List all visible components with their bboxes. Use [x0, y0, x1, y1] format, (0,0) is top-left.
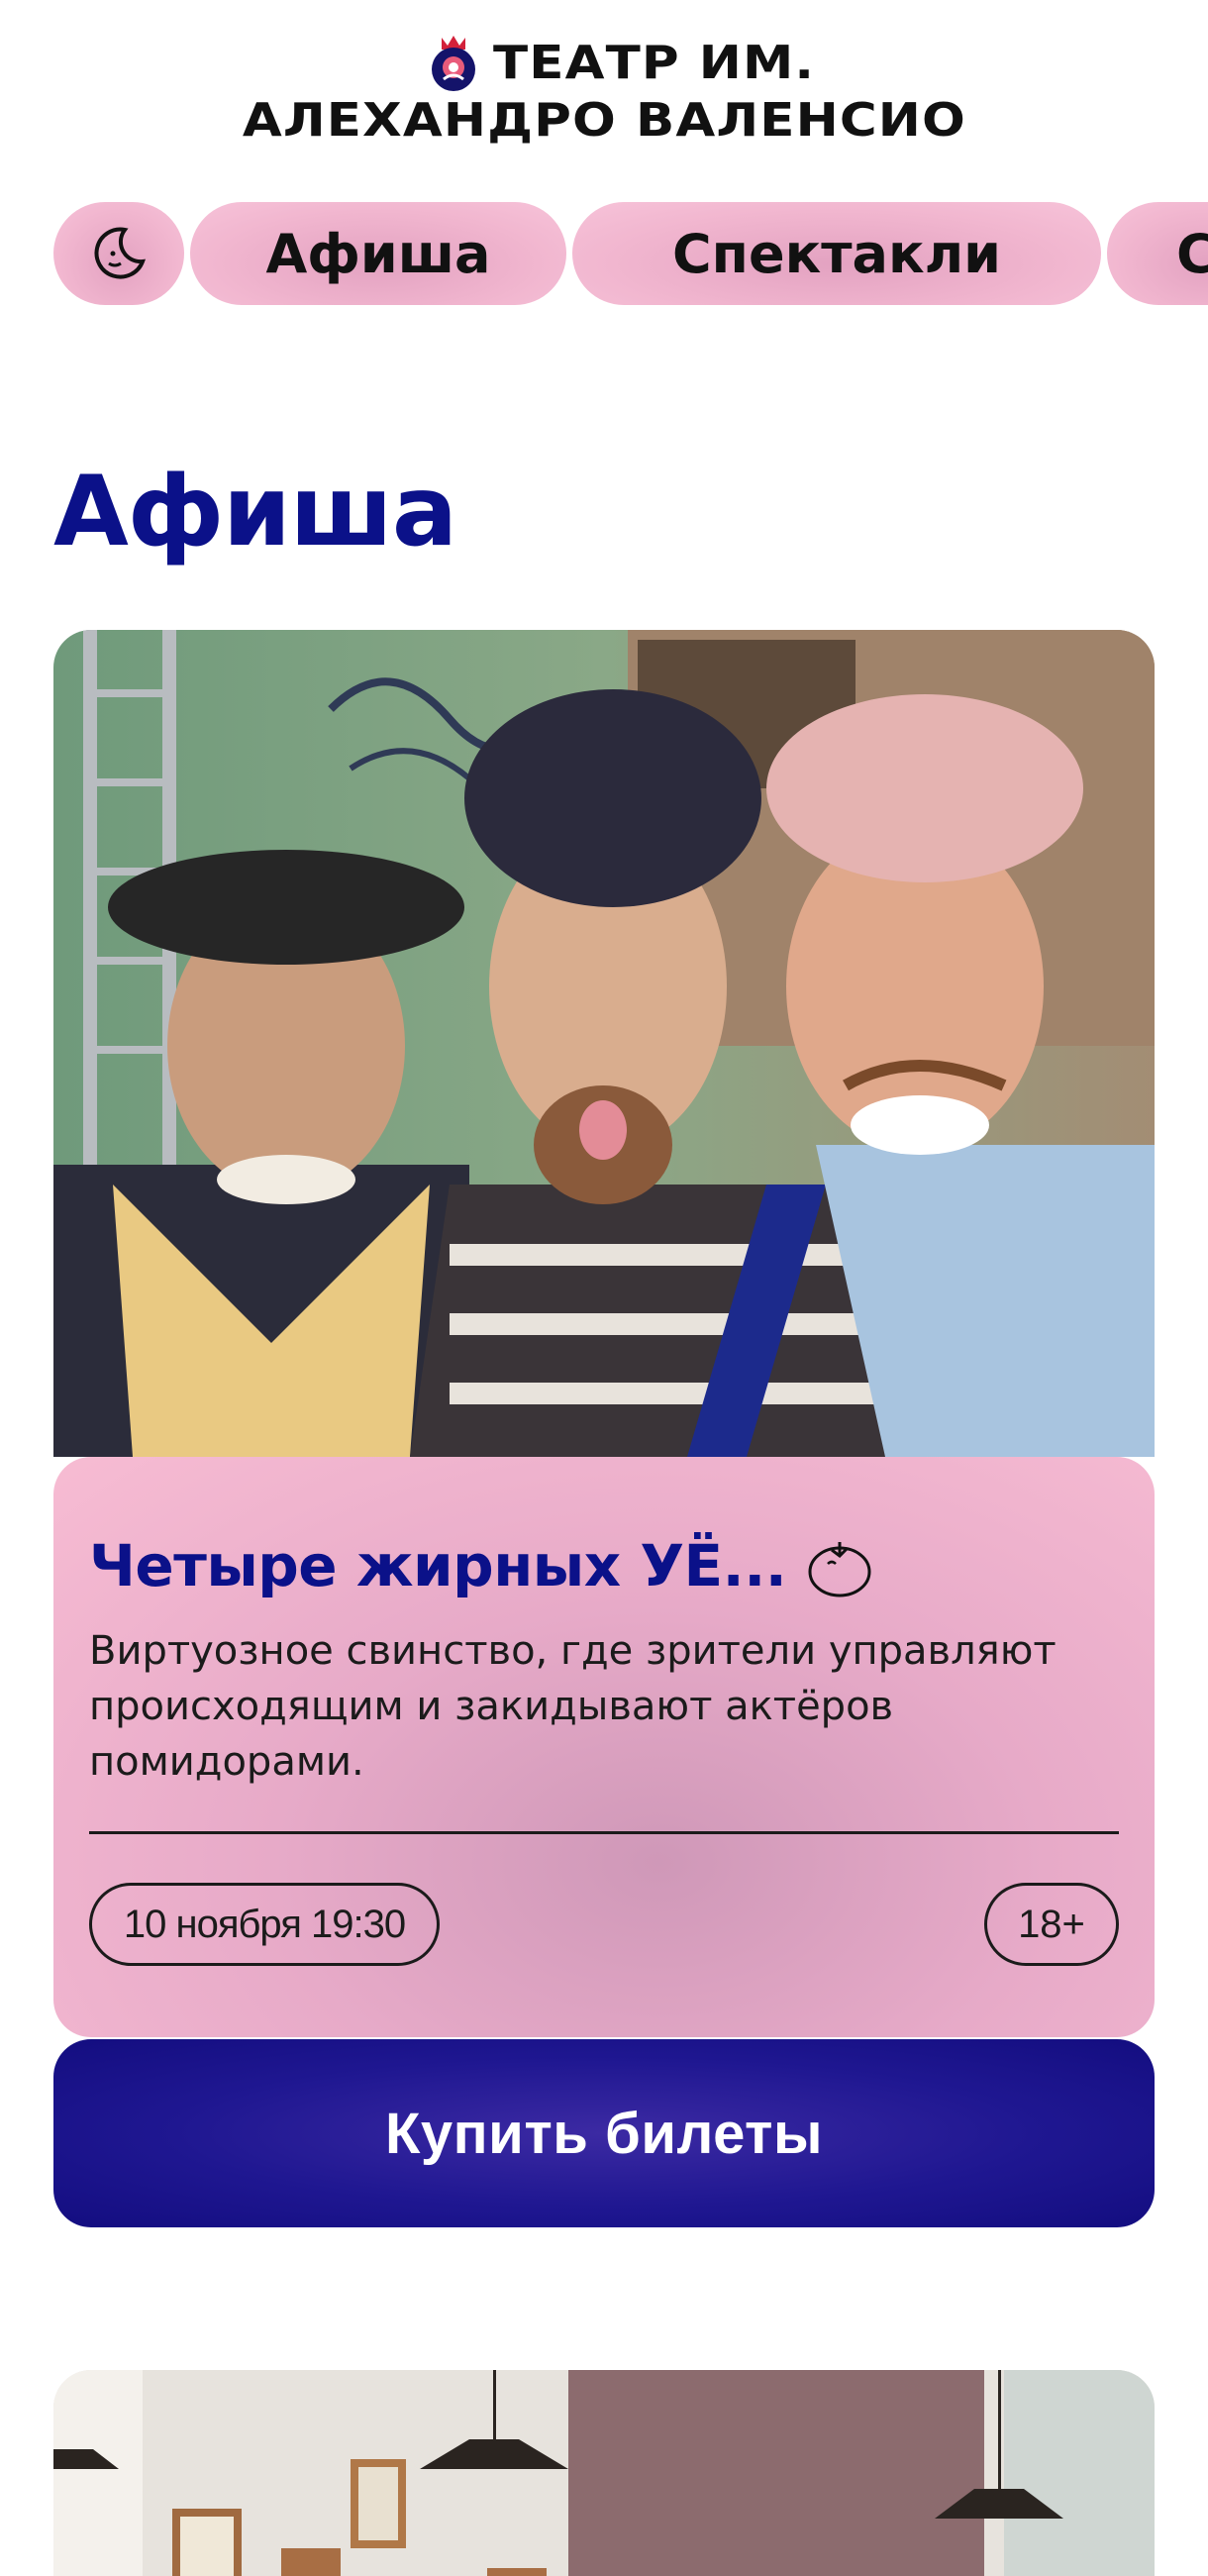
- event-description: Виртуозное свинство, где зрители управля…: [89, 1628, 1057, 1785]
- page: ТЕАТР ИМ. АЛЕХАНДРО ВАЛЕНСИО Афиша Спект…: [0, 0, 1208, 2576]
- nav-item-afisha[interactable]: Афиша: [190, 202, 566, 305]
- event-photo[interactable]: [53, 630, 1155, 1457]
- site-header: ТЕАТР ИМ. АЛЕХАНДРО ВАЛЕНСИО: [0, 28, 1208, 156]
- divider: [89, 1831, 1119, 1834]
- event-photo-illustration: [53, 630, 1155, 1457]
- logo-text-line2: АЛЕХАНДРО ВАЛЕНСИО: [242, 93, 966, 147]
- logo-link[interactable]: ТЕАТР ИМ.: [428, 28, 814, 97]
- theme-toggle-button[interactable]: [53, 202, 184, 305]
- event-title[interactable]: Четыре жирных УЁ...: [89, 1532, 873, 1599]
- main-nav: Афиша Спектакли С: [53, 202, 1208, 305]
- tomato-icon: [808, 1542, 871, 1597]
- age-rating-badge: 18+: [984, 1883, 1119, 1966]
- logo-text-line1: ТЕАТР ИМ.: [492, 36, 815, 89]
- event-photo-2[interactable]: [53, 2370, 1155, 2576]
- page-title: Афиша: [53, 456, 457, 568]
- event-photo-2-illustration: [53, 2370, 1155, 2576]
- event-title-text: Четыре жирных УЁ...: [89, 1532, 787, 1599]
- moon-icon: [94, 227, 147, 279]
- theatre-emblem-icon: [431, 36, 475, 91]
- event-date-badge: 10 ноября 19:30: [89, 1883, 440, 1966]
- nav-item-spektakli[interactable]: Спектакли: [572, 202, 1101, 305]
- nav-item-truncated[interactable]: С: [1107, 202, 1208, 305]
- buy-tickets-button[interactable]: Купить билеты: [53, 2039, 1155, 2227]
- event-card: Четыре жирных УЁ... Виртуозное свинство,…: [53, 1457, 1155, 2037]
